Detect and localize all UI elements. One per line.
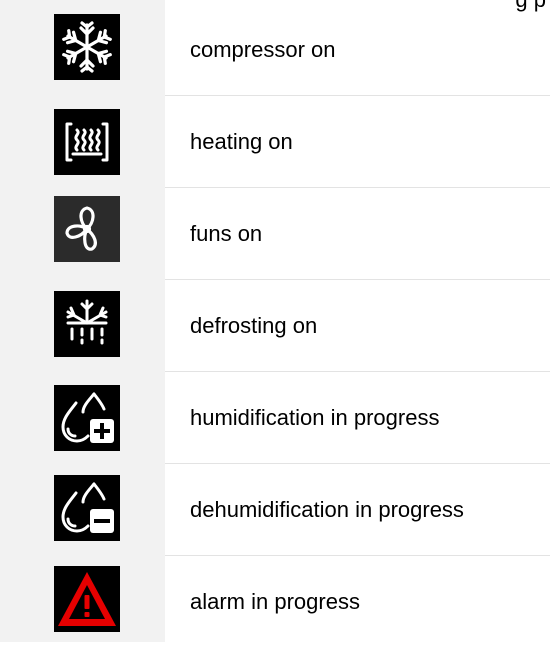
legend-row-fans: funs on <box>0 188 550 280</box>
legend-label: funs on <box>190 221 263 246</box>
humidification-icon <box>54 385 120 451</box>
legend-label: compressor on <box>190 37 336 62</box>
legend-label: humidification in progress <box>190 405 440 430</box>
legend-row-humidification: humidification in progress <box>0 372 550 464</box>
snowflake-icon <box>54 14 120 80</box>
icon-legend-table: compressor on heating on funs on defrost… <box>0 0 550 642</box>
alarm-icon <box>54 566 120 632</box>
legend-label: dehumidification in progress <box>190 497 464 522</box>
legend-row-alarm: alarm in progress <box>0 556 550 648</box>
legend-label: defrosting on <box>190 313 318 338</box>
legend-row-compressor: compressor on <box>0 4 550 96</box>
legend-row-heating: heating on <box>0 96 550 188</box>
icon-legend-page: compressor on heating on funs on defrost… <box>0 0 550 642</box>
legend-row-dehumidification: dehumidification in progress <box>0 464 550 556</box>
legend-row-defrosting: defrosting on <box>0 280 550 372</box>
dehumidification-icon <box>54 475 120 541</box>
heater-icon <box>54 109 120 175</box>
legend-label: heating on <box>190 129 293 154</box>
defrost-icon <box>54 291 120 357</box>
legend-label: alarm in progress <box>190 589 360 614</box>
cut-off-heading-fragment: g p <box>515 0 546 13</box>
fan-icon <box>54 196 120 262</box>
